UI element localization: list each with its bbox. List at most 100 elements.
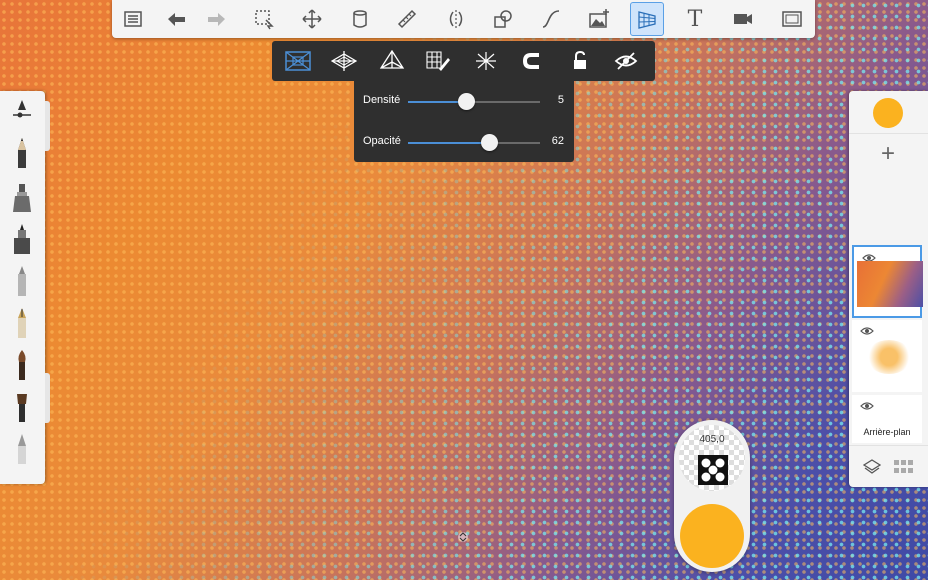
curve-button[interactable] xyxy=(534,2,568,36)
layer-thumbnail xyxy=(857,261,923,307)
density-slider-thumb[interactable] xyxy=(457,93,475,110)
symmetry-button[interactable] xyxy=(439,2,473,36)
color-puck[interactable] xyxy=(680,504,744,568)
undo-icon xyxy=(168,13,185,26)
ink-brush-icon xyxy=(14,224,30,254)
opacity-row: Opacité 62 xyxy=(354,127,574,157)
paintbrush-icon xyxy=(18,350,26,380)
calligraphy-brush-icon xyxy=(18,308,26,338)
brush-palette xyxy=(0,91,50,484)
brush-ink[interactable] xyxy=(5,221,39,257)
perspective-grid-icon xyxy=(638,11,656,29)
shapes-button[interactable] xyxy=(486,2,520,36)
menu-button[interactable] xyxy=(116,2,150,36)
hide-grid-button[interactable] xyxy=(608,45,644,77)
halftone-brush-icon xyxy=(698,455,728,485)
redo-button[interactable] xyxy=(200,2,234,36)
density-value: 5 xyxy=(557,94,564,106)
edit-grid-icon xyxy=(426,51,450,71)
three-point-perspective-button[interactable] xyxy=(374,45,410,77)
color-swatch[interactable] xyxy=(873,98,903,128)
undo-button[interactable] xyxy=(159,2,193,36)
brush-flat[interactable] xyxy=(5,389,39,425)
three-point-perspective-icon xyxy=(379,50,405,69)
layer-background[interactable]: Arrière-plan xyxy=(852,395,922,443)
flat-brush-icon xyxy=(17,394,27,422)
fullscreen-button[interactable] xyxy=(775,2,809,36)
layer-name: Arrière-plan xyxy=(863,427,911,437)
two-point-perspective-icon xyxy=(331,51,357,71)
brush-properties-icon xyxy=(13,100,31,118)
symmetry-icon xyxy=(449,10,463,28)
brush-properties-button[interactable] xyxy=(5,93,39,129)
opacity-fill xyxy=(408,142,490,144)
layer-item-1[interactable] xyxy=(852,245,923,318)
grid-settings-panel: Densité 5 Opacité 62 xyxy=(354,81,574,162)
one-point-perspective-button[interactable] xyxy=(280,45,316,77)
fullscreen-icon xyxy=(782,11,802,27)
shapes-icon xyxy=(494,10,512,28)
brush-airbrush[interactable] xyxy=(5,263,39,299)
eraser-brush-icon xyxy=(18,434,26,464)
brush-calligraphy[interactable] xyxy=(5,305,39,341)
layer-item-2[interactable] xyxy=(852,320,922,392)
add-image-icon xyxy=(589,9,609,28)
ruler-icon xyxy=(397,9,417,29)
record-button[interactable] xyxy=(726,2,760,36)
record-icon xyxy=(734,14,752,24)
layers-footer xyxy=(849,445,928,488)
density-row: Densité 5 xyxy=(354,86,574,116)
menu-icon xyxy=(124,11,142,27)
perspective-grid-button[interactable] xyxy=(630,2,664,36)
marker-brush-icon xyxy=(13,184,31,212)
brush-size-value: 405,0 xyxy=(699,434,725,445)
pencil-brush-icon xyxy=(18,138,26,168)
brush-puck: 405,0 xyxy=(674,420,750,572)
density-label: Densité xyxy=(363,94,401,106)
brush-palette-handle[interactable] xyxy=(45,101,50,151)
vanishing-lines-button[interactable] xyxy=(468,45,504,77)
two-point-perspective-button[interactable] xyxy=(326,45,362,77)
ruler-button[interactable] xyxy=(390,2,424,36)
unlock-icon xyxy=(574,50,586,69)
layers-divider xyxy=(849,133,928,134)
brush-marker[interactable] xyxy=(5,179,39,215)
selection-icon xyxy=(255,10,274,30)
curve-icon xyxy=(542,10,560,28)
vanishing-lines-icon xyxy=(476,52,496,70)
grid-view-icon[interactable] xyxy=(894,459,914,475)
center-marker-icon xyxy=(458,532,468,542)
layer-thumbnail xyxy=(866,340,912,374)
airbrush-icon xyxy=(18,266,26,296)
hide-grid-icon xyxy=(614,52,638,70)
brush-paintbrush[interactable] xyxy=(5,347,39,383)
transform-icon xyxy=(302,9,322,29)
perspective-toolbar xyxy=(272,41,655,81)
magnet-snap-icon xyxy=(522,53,539,69)
fill-icon xyxy=(353,10,367,28)
text-icon: T xyxy=(687,6,703,32)
eye-icon[interactable] xyxy=(860,401,874,411)
eye-icon[interactable] xyxy=(860,326,874,336)
brush-hard-eraser[interactable] xyxy=(5,431,39,467)
brush-pencil[interactable] xyxy=(5,135,39,171)
add-layer-button[interactable]: + xyxy=(876,142,900,167)
add-image-button[interactable] xyxy=(582,2,616,36)
edit-grid-button[interactable] xyxy=(420,45,456,77)
opacity-slider-thumb[interactable] xyxy=(481,134,499,151)
opacity-value: 62 xyxy=(551,135,564,147)
layers-icon[interactable] xyxy=(863,459,881,475)
one-point-perspective-icon xyxy=(285,51,311,71)
redo-icon xyxy=(208,13,225,26)
selection-button[interactable] xyxy=(247,2,281,36)
brush-palette-handle-lower[interactable] xyxy=(45,373,50,423)
opacity-track[interactable] xyxy=(408,142,540,144)
magnet-snap-button[interactable] xyxy=(514,45,550,77)
main-toolbar: T xyxy=(112,0,815,38)
opacity-label: Opacité xyxy=(363,135,401,147)
brush-size-puck[interactable]: 405,0 xyxy=(679,425,745,491)
transform-button[interactable] xyxy=(295,2,329,36)
text-button[interactable]: T xyxy=(678,2,712,36)
fill-button[interactable] xyxy=(343,2,377,36)
unlock-button[interactable] xyxy=(562,45,598,77)
